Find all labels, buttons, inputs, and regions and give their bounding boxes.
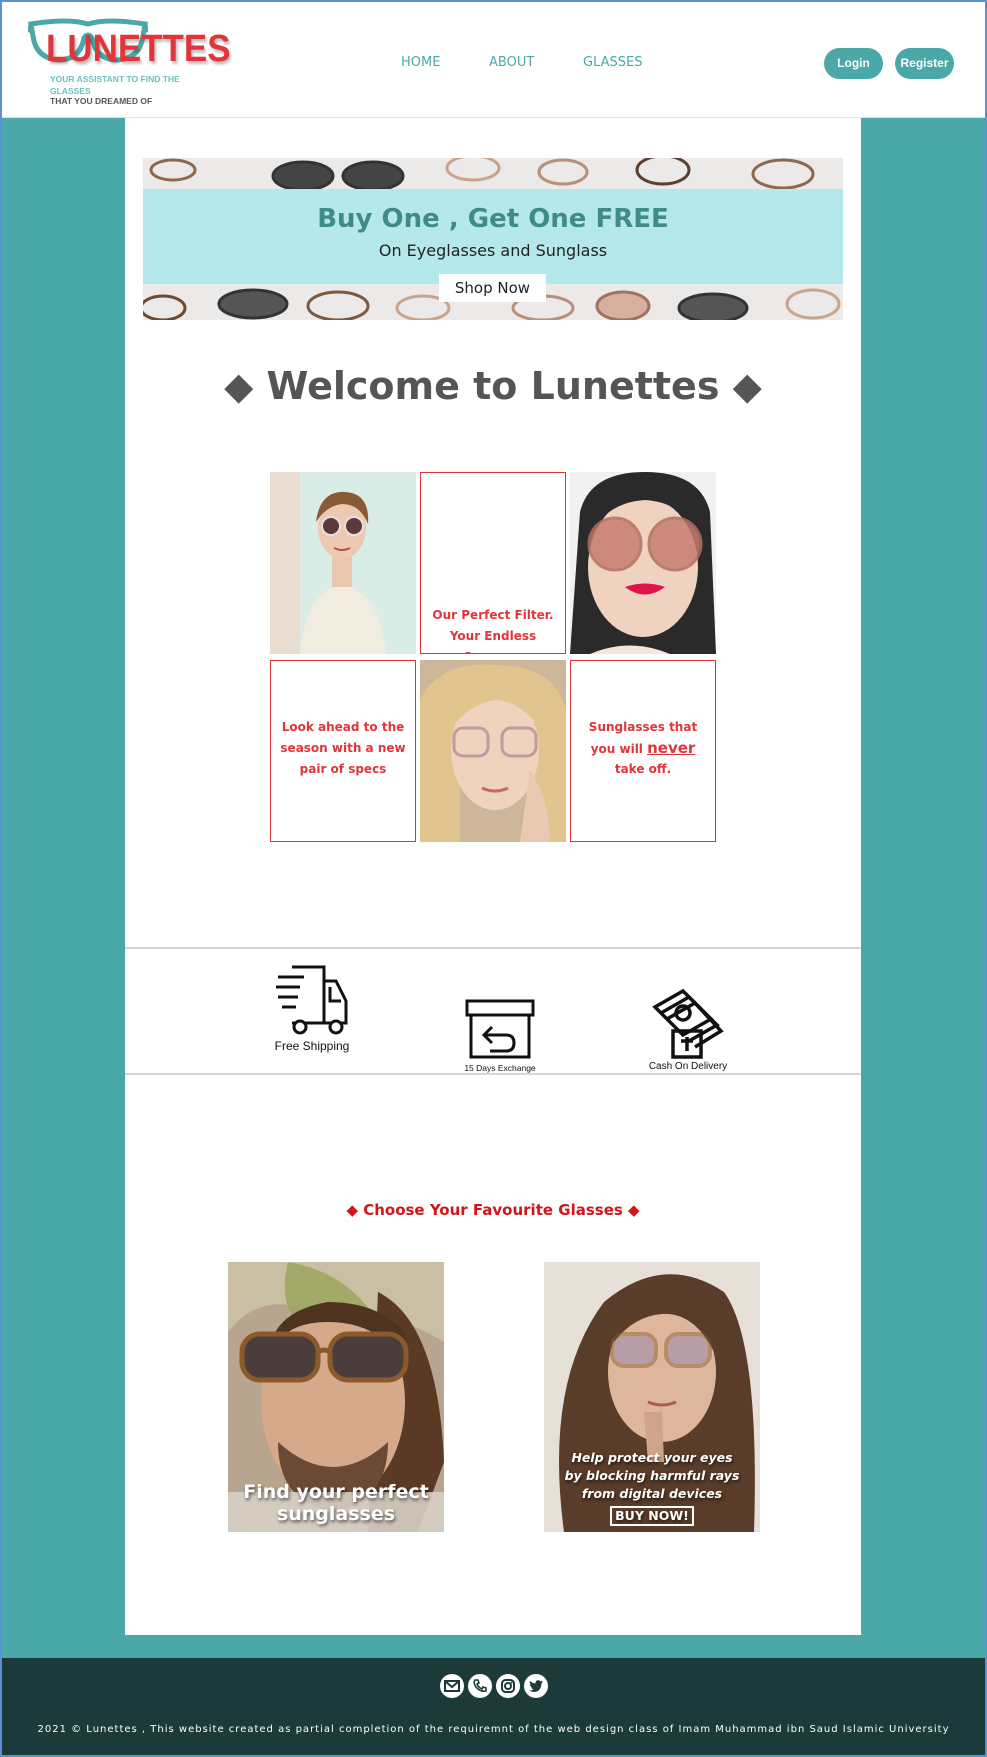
cash-on-delivery-feature: Cash On Delivery — [643, 988, 733, 1072]
blue-light-promo[interactable]: Help protect your eyes by blocking harmf… — [544, 1262, 760, 1532]
main-content: Buy One , Get One FREE On Eyeglasses and… — [125, 118, 861, 1635]
tile-text: Your Endless Summer. — [449, 629, 537, 653]
photo-grid: Our Perfect Filter. Your Endless Summer.… — [270, 472, 716, 842]
promo-caption: Help protect your eyes — [571, 1450, 733, 1465]
tile-text: season with a new — [280, 741, 406, 755]
logo-text: LUNETTES — [46, 28, 231, 70]
tile-text-never: you will never — [571, 738, 715, 760]
banner-subtitle: On Eyeglasses and Sunglass — [378, 241, 608, 260]
tile-text: Sunglasses that — [588, 720, 698, 734]
nav-home[interactable]: HOME — [401, 55, 440, 70]
nav-glasses[interactable]: GLASSES — [583, 55, 642, 70]
model-photo-3 — [420, 660, 566, 842]
promo-caption: from digital devices — [581, 1486, 723, 1501]
shop-now-button[interactable]: Shop Now — [439, 274, 546, 302]
tile-text: you will — [590, 742, 648, 756]
model-photo-2 — [570, 472, 716, 654]
tile-perfect-filter: Our Perfect Filter. Your Endless Summer. — [420, 472, 566, 654]
tile-text: pair of specs — [299, 762, 387, 776]
tile-text: take off. — [614, 762, 672, 776]
free-shipping-feature: Free Shipping — [274, 963, 350, 1053]
buy-now-button[interactable]: BUY NOW! — [610, 1506, 694, 1526]
choose-glasses-heading: ◆ Choose Your Favourite Glasses ◆ — [346, 1201, 640, 1219]
site-footer: 2021 © Lunettes , This website created a… — [0, 1658, 987, 1757]
welcome-heading: ◆ Welcome to Lunettes ◆ — [224, 364, 762, 408]
promo-caption: sunglasses — [276, 1503, 396, 1525]
truck-icon — [276, 965, 348, 1035]
twitter-icon[interactable] — [524, 1674, 548, 1698]
logo-tagline-2: THAT YOU DREAMED OF — [50, 96, 153, 106]
promo-banner: Buy One , Get One FREE On Eyeglasses and… — [143, 158, 843, 320]
tile-text: Look ahead to the — [281, 720, 405, 734]
copyright-text: 2021 © Lunettes , This website created a… — [37, 1724, 950, 1735]
feature-label: Cash On Delivery — [648, 1061, 728, 1072]
register-button[interactable]: Register — [895, 48, 954, 79]
tile-look-ahead: Look ahead to the season with a new pair… — [270, 660, 416, 842]
tile-text-emphasis: never — [647, 739, 696, 757]
login-button[interactable]: Login — [824, 48, 883, 79]
features-strip: Free Shipping 15 Days Exchange Cash On D… — [125, 947, 861, 1075]
email-icon[interactable] — [440, 1674, 464, 1698]
banner-title: Buy One , Get One FREE — [317, 204, 669, 234]
nav-about[interactable]: ABOUT — [489, 55, 534, 70]
promo-caption: by blocking harmful rays — [564, 1468, 740, 1483]
model-photo-1 — [270, 472, 416, 654]
return-box-icon — [465, 999, 535, 1059]
social-links — [440, 1674, 552, 1700]
cash-stack-icon — [652, 988, 724, 1059]
site-header: LUNETTES YOUR ASSISTANT TO FIND THE GLAS… — [0, 0, 987, 118]
feature-label: 15 Days Exchange — [464, 1063, 536, 1073]
instagram-icon[interactable] — [496, 1674, 520, 1698]
promo-caption: Find your perfect — [243, 1481, 429, 1503]
tile-text: Our Perfect Filter. — [432, 608, 554, 622]
feature-label: Free Shipping — [274, 1039, 350, 1053]
logo-tagline: YOUR ASSISTANT TO FIND THE GLASSES — [50, 74, 180, 96]
exchange-feature: 15 Days Exchange — [460, 999, 540, 1073]
sunglasses-promo[interactable]: Find your perfect sunglasses — [228, 1262, 444, 1532]
phone-icon[interactable] — [468, 1674, 492, 1698]
logo[interactable]: LUNETTES YOUR ASSISTANT TO FIND THE GLAS… — [28, 18, 231, 108]
tile-never-take-off: Sunglasses that you will never take off. — [570, 660, 716, 842]
